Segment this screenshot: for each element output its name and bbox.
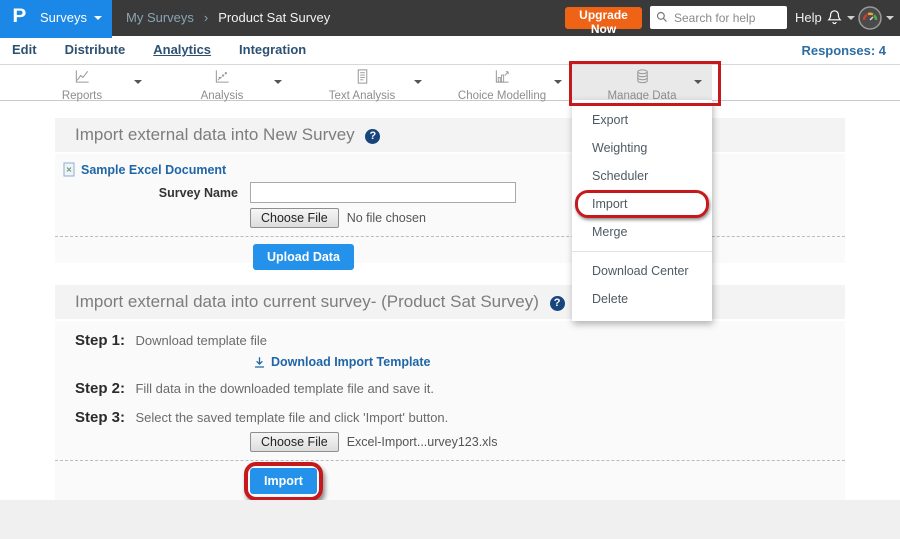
- manage-data-menu: Export Weighting Scheduler Import Merge …: [572, 100, 712, 321]
- menu-item-export[interactable]: Export: [572, 106, 712, 134]
- toolbar-item-choice-modelling[interactable]: Choice Modelling: [432, 65, 572, 100]
- chevron-down-icon[interactable]: [886, 16, 894, 20]
- surveys-menu[interactable]: Surveys: [40, 10, 87, 25]
- import-new-survey-section: Import external data into New Survey ? S…: [55, 118, 845, 263]
- toolbar-item-label: Reports: [12, 90, 152, 102]
- tab-edit[interactable]: Edit: [12, 42, 37, 57]
- section-title: Import external data into current survey…: [75, 292, 539, 311]
- menu-item-weighting[interactable]: Weighting: [572, 134, 712, 162]
- app-logo-block[interactable]: P Surveys: [0, 0, 112, 38]
- step-1: Step 1: Download template file: [75, 332, 845, 350]
- top-header: My Surveys › Product Sat Survey Upgrade No…: [0, 0, 900, 36]
- document-icon: [354, 68, 371, 85]
- selected-file-name: Excel-Import...urvey123.xls: [347, 435, 498, 449]
- scatter-chart-icon: [214, 68, 231, 85]
- chevron-down-icon[interactable]: [554, 80, 562, 84]
- step-3-text: Select the saved template file and click…: [135, 410, 448, 425]
- help-icon[interactable]: ?: [550, 296, 565, 311]
- menu-item-merge[interactable]: Merge: [572, 218, 712, 246]
- page-footer-strip: [0, 500, 900, 539]
- download-icon: [253, 356, 266, 369]
- search-icon: [656, 11, 668, 23]
- section-title-bar: Import external data into New Survey ?: [55, 118, 845, 154]
- toolbar-item-text-analysis[interactable]: Text Analysis: [292, 65, 432, 100]
- breadcrumb-current-survey: Product Sat Survey: [218, 10, 330, 25]
- section-title-bar: Import external data into current survey…: [55, 285, 845, 321]
- tab-analytics[interactable]: Analytics: [153, 42, 211, 57]
- step-2-label: Step 2:: [75, 380, 125, 397]
- help-icon[interactable]: ?: [365, 129, 380, 144]
- menu-item-import[interactable]: Import: [572, 190, 712, 218]
- survey-name-input[interactable]: [250, 182, 516, 203]
- chevron-down-icon[interactable]: [847, 16, 855, 20]
- section-title: Import external data into New Survey: [75, 125, 355, 144]
- menu-divider: [572, 251, 712, 252]
- gauge-avatar-icon: [858, 6, 882, 30]
- toolbar-item-reports[interactable]: Reports: [12, 65, 152, 100]
- responses-count[interactable]: Responses: 4: [801, 43, 886, 58]
- bar-chart-icon: [494, 68, 511, 85]
- help-search-box: [650, 6, 787, 29]
- breadcrumb-my-surveys[interactable]: My Surveys: [126, 10, 194, 25]
- dashed-divider: [55, 236, 845, 237]
- download-import-template-link[interactable]: Download Import Template: [271, 355, 431, 369]
- notifications-bell-icon[interactable]: [826, 8, 843, 31]
- import-current-survey-section: Import external data into current survey…: [55, 285, 845, 500]
- chevron-down-icon[interactable]: [414, 80, 422, 84]
- questionpro-logo: P: [12, 6, 26, 28]
- database-icon: [634, 68, 651, 85]
- survey-name-label: Survey Name: [55, 186, 238, 200]
- chevron-down-icon[interactable]: [274, 80, 282, 84]
- step-3: Step 3: Select the saved template file a…: [75, 409, 845, 427]
- toolbar-item-label: Analysis: [152, 90, 292, 102]
- sample-excel-document-link[interactable]: Sample Excel Document: [81, 163, 226, 177]
- excel-file-icon: [63, 162, 76, 177]
- step-1-label: Step 1:: [75, 332, 125, 349]
- toolbar-item-label: Text Analysis: [292, 90, 432, 102]
- menu-item-scheduler[interactable]: Scheduler: [572, 162, 712, 190]
- toolbar-item-label: Choice Modelling: [432, 90, 572, 102]
- dashed-divider: [55, 460, 845, 461]
- no-file-chosen-text: No file chosen: [347, 211, 426, 225]
- tab-distribute[interactable]: Distribute: [65, 42, 126, 57]
- toolbar-item-manage-data[interactable]: Manage Data: [572, 65, 712, 100]
- line-chart-icon: [74, 68, 91, 85]
- avatar[interactable]: [858, 6, 882, 30]
- choose-file-button[interactable]: Choose File: [250, 432, 339, 452]
- step-1-text: Download template file: [135, 333, 267, 348]
- import-button[interactable]: Import: [250, 468, 317, 494]
- menu-item-delete[interactable]: Delete: [572, 285, 712, 313]
- breadcrumb: My Surveys › Product Sat Survey: [126, 10, 330, 25]
- analytics-toolbar: Reports Analysis Text Analysis: [0, 65, 900, 101]
- chevron-down-icon: [94, 16, 102, 20]
- upload-data-button[interactable]: Upload Data: [253, 244, 354, 270]
- breadcrumb-separator: ›: [204, 10, 208, 25]
- help-link[interactable]: Help: [795, 10, 822, 25]
- chevron-down-icon[interactable]: [134, 80, 142, 84]
- survey-nav: Edit Distribute Analytics Integration Re…: [0, 38, 900, 65]
- toolbar-item-analysis[interactable]: Analysis: [152, 65, 292, 100]
- search-input[interactable]: [672, 7, 786, 28]
- tab-integration[interactable]: Integration: [239, 42, 306, 57]
- menu-item-download-center[interactable]: Download Center: [572, 257, 712, 285]
- step-2-text: Fill data in the downloaded template fil…: [135, 381, 433, 396]
- upgrade-now-button[interactable]: Upgrade Now: [565, 7, 642, 29]
- step-3-label: Step 3:: [75, 409, 125, 426]
- chevron-down-icon[interactable]: [694, 80, 702, 84]
- choose-file-button[interactable]: Choose File: [250, 208, 339, 228]
- step-2: Step 2: Fill data in the downloaded temp…: [75, 380, 845, 398]
